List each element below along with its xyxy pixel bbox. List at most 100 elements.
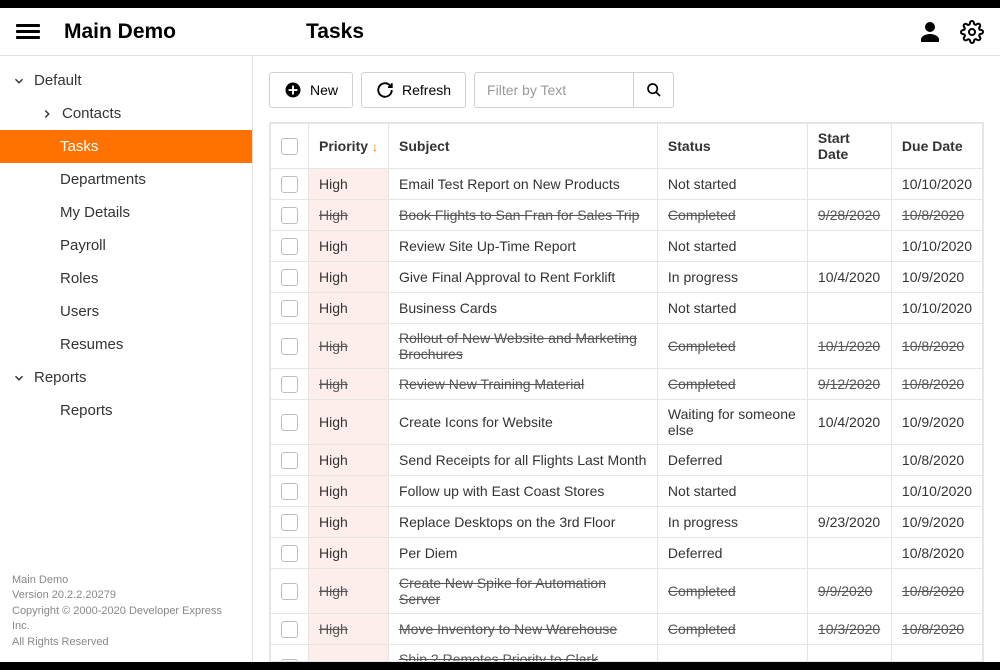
cell-priority: High (309, 569, 389, 614)
sidebar-item-tasks[interactable]: Tasks (0, 130, 252, 163)
table-row[interactable]: HighRollout of New Website and Marketing… (271, 324, 983, 369)
nav-item-label: My Details (60, 204, 130, 221)
table-row[interactable]: HighReview New Training MaterialComplete… (271, 369, 983, 400)
search-button[interactable] (634, 72, 674, 108)
cell-subject: Book Flights to San Fran for Sales Trip (389, 200, 658, 231)
nav-item-label: Departments (60, 171, 146, 188)
footer-line4: All Rights Reserved (12, 635, 240, 650)
row-checkbox[interactable] (281, 621, 298, 638)
cell-subject: Send Receipts for all Flights Last Month (389, 445, 658, 476)
cell-select (271, 369, 309, 400)
cell-status: Not started (657, 293, 807, 324)
row-checkbox[interactable] (281, 176, 298, 193)
table-row[interactable]: HighReplace Desktops on the 3rd FloorIn … (271, 507, 983, 538)
table-row[interactable]: HighCreate Icons for WebsiteWaiting for … (271, 400, 983, 445)
nav-item-label: Roles (60, 270, 98, 287)
menu-toggle-button[interactable] (16, 20, 40, 44)
sidebar-item-resumes[interactable]: Resumes (0, 328, 252, 361)
cell-start-date (807, 231, 891, 262)
row-checkbox[interactable] (281, 583, 298, 600)
table-row[interactable]: HighFollow up with East Coast StoresNot … (271, 476, 983, 507)
cell-select (271, 476, 309, 507)
cell-priority: High (309, 645, 389, 663)
table-row[interactable]: HighPer DiemDeferred10/8/2020 (271, 538, 983, 569)
topbar: Main Demo Tasks (0, 8, 1000, 56)
row-checkbox[interactable] (281, 452, 298, 469)
cell-start-date (807, 169, 891, 200)
cell-due-date: 10/10/2020 (891, 293, 982, 324)
cell-due-date: 10/10/2020 (891, 169, 982, 200)
sidebar-item-reports[interactable]: Reports (0, 394, 252, 427)
row-checkbox[interactable] (281, 659, 298, 662)
column-header-select[interactable] (271, 124, 309, 169)
table-row[interactable]: HighSend Receipts for all Flights Last M… (271, 445, 983, 476)
toolbar: New Refresh (269, 72, 984, 108)
nav-group-reports[interactable]: Reports (0, 361, 252, 394)
refresh-icon (376, 81, 394, 99)
cell-subject: Per Diem (389, 538, 658, 569)
row-checkbox[interactable] (281, 376, 298, 393)
cell-due-date: 10/9/2020 (891, 262, 982, 293)
table-row[interactable]: HighEmail Test Report on New ProductsNot… (271, 169, 983, 200)
table-row[interactable]: HighCreate New Spike for Automation Serv… (271, 569, 983, 614)
filter-input[interactable] (474, 72, 634, 108)
new-button[interactable]: New (269, 72, 353, 108)
nav-item-label: Resumes (60, 336, 123, 353)
cell-start-date: 10/1/2020 (807, 324, 891, 369)
row-checkbox[interactable] (281, 238, 298, 255)
row-checkbox[interactable] (281, 483, 298, 500)
cell-status: Completed (657, 324, 807, 369)
page-title: Tasks (306, 20, 364, 44)
row-checkbox[interactable] (281, 300, 298, 317)
cell-status: Not started (657, 169, 807, 200)
user-icon[interactable] (918, 20, 942, 44)
sidebar-footer: Main Demo Version 20.2.2.20279 Copyright… (0, 561, 252, 662)
cell-start-date: 9/9/2020 (807, 569, 891, 614)
cell-priority: High (309, 369, 389, 400)
cell-start-date: 10/4/2020 (807, 262, 891, 293)
row-checkbox[interactable] (281, 545, 298, 562)
column-header-subject[interactable]: Subject (389, 124, 658, 169)
table-row[interactable]: HighGive Final Approval to Rent Forklift… (271, 262, 983, 293)
row-checkbox[interactable] (281, 514, 298, 531)
cell-subject: Email Test Report on New Products (389, 169, 658, 200)
row-checkbox[interactable] (281, 269, 298, 286)
sidebar-item-contacts[interactable]: Contacts (0, 97, 252, 130)
sidebar-item-users[interactable]: Users (0, 295, 252, 328)
nav-group-label: Reports (34, 369, 87, 386)
row-checkbox[interactable] (281, 207, 298, 224)
select-all-checkbox[interactable] (281, 138, 298, 155)
cell-start-date: 10/3/2020 (807, 614, 891, 645)
sidebar-item-departments[interactable]: Departments (0, 163, 252, 196)
main: New Refresh Priority↓SubjectStatusStart … (253, 56, 1000, 662)
column-header-due-date[interactable]: Due Date (891, 124, 982, 169)
sidebar-item-my-details[interactable]: My Details (0, 196, 252, 229)
table-row[interactable]: HighBook Flights to San Fran for Sales T… (271, 200, 983, 231)
refresh-button-label: Refresh (402, 82, 451, 98)
cell-subject: Create Icons for Website (389, 400, 658, 445)
refresh-button[interactable]: Refresh (361, 72, 466, 108)
cell-due-date: 10/10/2020 (891, 231, 982, 262)
column-header-priority[interactable]: Priority↓ (309, 124, 389, 169)
task-grid[interactable]: Priority↓SubjectStatusStart DateDue Date… (269, 122, 984, 662)
row-checkbox[interactable] (281, 338, 298, 355)
nav-item-label: Reports (60, 402, 113, 419)
cell-due-date: 10/8/2020 (891, 645, 982, 663)
nav-group-default[interactable]: Default (0, 64, 252, 97)
sidebar-item-payroll[interactable]: Payroll (0, 229, 252, 262)
nav-item-label: Tasks (60, 138, 98, 155)
table-row[interactable]: HighReview Site Up-Time ReportNot starte… (271, 231, 983, 262)
gear-icon[interactable] (960, 20, 984, 44)
table-row[interactable]: HighShip 2 Remotes Priority to Clark Mor… (271, 645, 983, 663)
table-row[interactable]: HighBusiness CardsNot started10/10/2020 (271, 293, 983, 324)
nav-item-label: Contacts (62, 105, 121, 122)
row-checkbox[interactable] (281, 414, 298, 431)
sidebar-item-roles[interactable]: Roles (0, 262, 252, 295)
cell-status: Deferred (657, 538, 807, 569)
table-row[interactable]: HighMove Inventory to New WarehouseCompl… (271, 614, 983, 645)
cell-due-date: 10/8/2020 (891, 569, 982, 614)
nav-group-label: Default (34, 72, 82, 89)
column-header-start-date[interactable]: Start Date (807, 124, 891, 169)
cell-priority: High (309, 293, 389, 324)
column-header-status[interactable]: Status (657, 124, 807, 169)
